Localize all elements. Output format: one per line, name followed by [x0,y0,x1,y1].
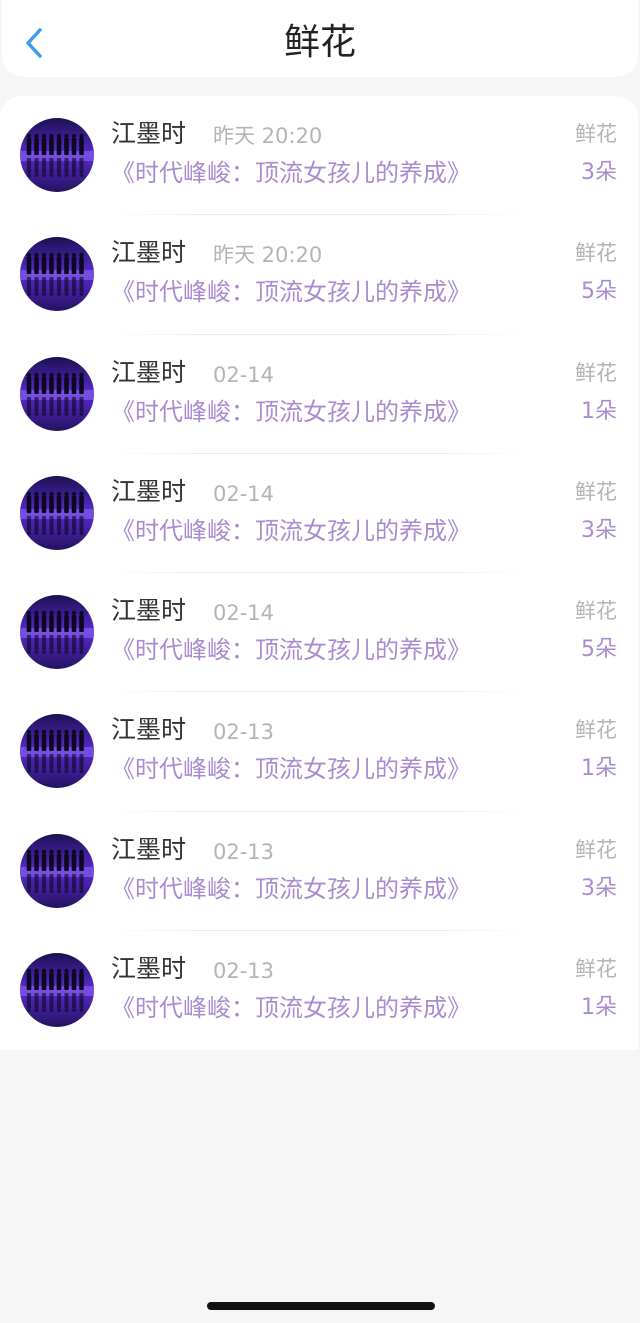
gift-count: 1朵 [581,756,617,782]
book-title-link[interactable]: 《时代峰峻：顶流女孩儿的养成》 [111,753,471,785]
book-title-link[interactable]: 《时代峰峻：顶流女孩儿的养成》 [111,873,471,905]
user-name: 江墨时 [111,834,187,864]
user-name: 江墨时 [111,119,187,148]
gift-count: 1朵 [581,398,617,424]
user-name: 江墨时 [111,357,187,387]
timestamp: 昨天 20:20 [213,124,323,148]
home-indicator [207,1302,435,1310]
avatar[interactable] [20,595,94,670]
book-title-link[interactable]: 《时代峰峻：顶流女孩儿的养成》 [111,992,471,1024]
avatar[interactable] [20,833,94,908]
book-title-link[interactable]: 《时代峰峻：顶流女孩儿的养成》 [111,276,471,308]
gift-type: 鲜花 [575,241,617,266]
book-title-link[interactable]: 《时代峰峻：顶流女孩儿的养成》 [111,515,471,547]
user-name: 江墨时 [111,715,187,745]
list-item[interactable]: 江墨时 02-13 《时代峰峻：顶流女孩儿的养成》 鲜花 1朵 [0,692,638,812]
list-item[interactable]: 江墨时 02-14 《时代峰峻：顶流女孩儿的养成》 鲜花 1朵 [0,335,638,454]
list-item[interactable]: 江墨时 昨天 20:20 《时代峰峻：顶流女孩儿的养成》 鲜花 3朵 [0,96,638,216]
gift-type: 鲜花 [575,479,617,504]
gift-type: 鲜花 [575,360,617,385]
gift-type: 鲜花 [575,837,617,862]
user-name: 江墨时 [111,596,187,626]
gift-type: 鲜花 [575,957,617,982]
gift-type: 鲜花 [575,122,617,146]
user-name: 江墨时 [111,238,187,268]
page-title: 鲜花 [283,22,356,63]
list-item[interactable]: 江墨时 02-14 《时代峰峻：顶流女孩儿的养成》 鲜花 5朵 [0,573,638,693]
gift-count: 1朵 [581,995,617,1021]
avatar[interactable] [20,237,94,312]
avatar[interactable] [20,118,94,192]
timestamp: 02-14 [213,481,275,506]
avatar[interactable] [20,953,94,1028]
gift-type: 鲜花 [575,718,617,743]
gift-count: 5朵 [581,279,617,305]
timestamp: 02-14 [213,362,275,387]
list-item[interactable]: 江墨时 02-13 《时代峰峻：顶流女孩儿的养成》 鲜花 1朵 [0,931,638,1050]
gift-count: 5朵 [581,637,617,663]
book-title-link[interactable]: 《时代峰峻：顶流女孩儿的养成》 [111,157,471,189]
timestamp: 02-13 [213,839,275,864]
avatar[interactable] [20,714,94,789]
gift-count: 3朵 [581,875,617,901]
timestamp: 02-13 [213,720,275,745]
timestamp: 02-14 [213,601,275,626]
gift-record-list: 江墨时 昨天 20:20 《时代峰峻：顶流女孩儿的养成》 鲜花 3朵 江墨时 昨… [0,96,638,1050]
avatar[interactable] [20,356,94,431]
timestamp: 昨天 20:20 [213,243,323,268]
avatar[interactable] [20,475,94,550]
gift-count: 3朵 [581,160,617,185]
list-item[interactable]: 江墨时 02-13 《时代峰峻：顶流女孩儿的养成》 鲜花 3朵 [0,812,638,932]
gift-count: 3朵 [581,517,617,543]
list-item[interactable]: 江墨时 昨天 20:20 《时代峰峻：顶流女孩儿的养成》 鲜花 5朵 [0,215,638,335]
list-item[interactable]: 江墨时 02-14 《时代峰峻：顶流女孩儿的养成》 鲜花 3朵 [0,454,638,574]
user-name: 江墨时 [111,476,187,506]
timestamp: 02-13 [213,959,275,984]
book-title-link[interactable]: 《时代峰峻：顶流女孩儿的养成》 [111,634,471,666]
user-name: 江墨时 [111,954,187,984]
nav-header: 鲜花 [2,0,638,77]
gift-type: 鲜花 [575,599,617,624]
book-title-link[interactable]: 《时代峰峻：顶流女孩儿的养成》 [111,396,471,428]
